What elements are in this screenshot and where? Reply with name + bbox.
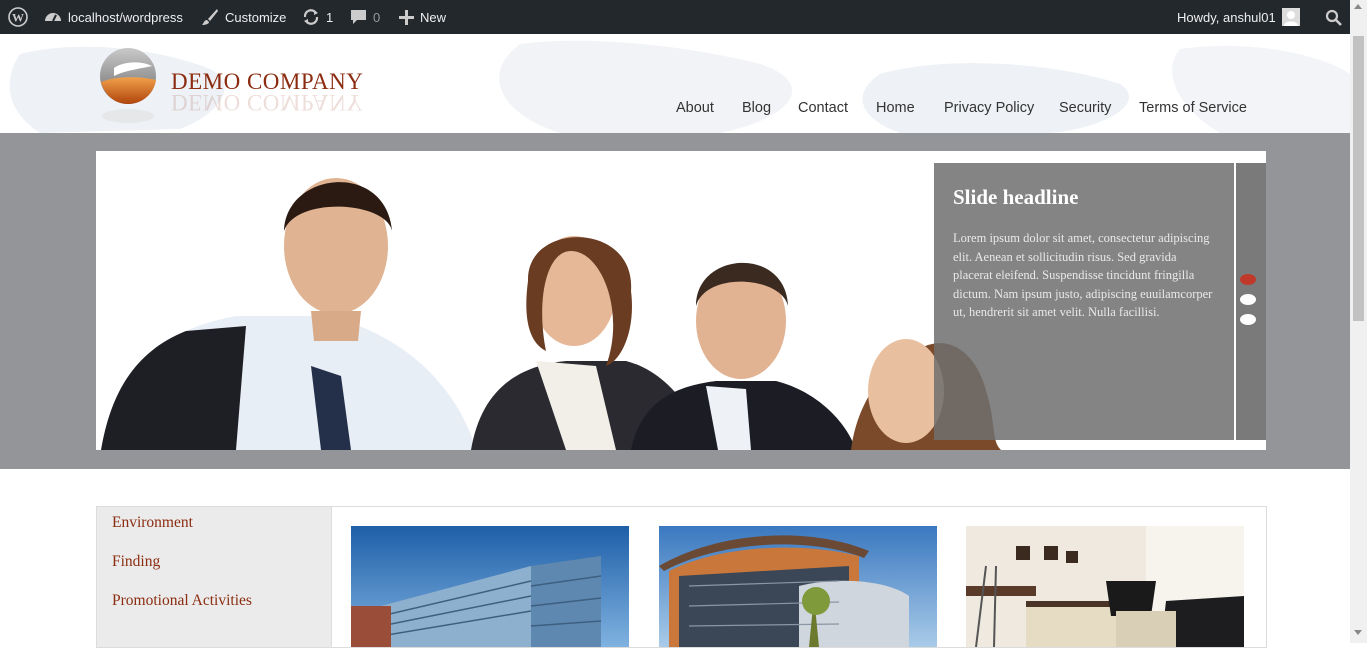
refresh-icon	[303, 9, 319, 25]
comment-icon	[351, 10, 366, 24]
slide-headline: Slide headline	[953, 185, 1079, 209]
thumbnail-modern-building[interactable]	[659, 526, 937, 647]
nav-privacy-policy[interactable]: Privacy Policy	[944, 100, 1034, 116]
dashboard-icon	[45, 13, 61, 22]
slide-dot-2[interactable]	[1240, 294, 1256, 305]
page-scrollbar[interactable]	[1350, 0, 1367, 643]
updates-count: 1	[326, 9, 334, 25]
scroll-down-arrow[interactable]	[1354, 630, 1362, 635]
sidebar-item-environment[interactable]: Environment	[112, 514, 193, 532]
wp-logo-menu[interactable]: W	[8, 0, 28, 34]
site-name-link[interactable]: localhost/wordpress	[44, 0, 183, 34]
brush-icon	[202, 9, 218, 25]
new-label: New	[420, 9, 447, 25]
slider-pagination	[1236, 163, 1266, 440]
nav-terms-of-service[interactable]: Terms of Service	[1139, 100, 1247, 116]
search-toggle[interactable]	[1325, 0, 1342, 34]
nav-security[interactable]: Security	[1059, 100, 1111, 116]
nav-about[interactable]: About	[676, 100, 714, 116]
slide-dot-1[interactable]	[1240, 274, 1256, 285]
slide-dot-3[interactable]	[1240, 314, 1256, 325]
sidebar-item-promotional-activities[interactable]: Promotional Activities	[112, 592, 252, 610]
company-logo[interactable]	[96, 46, 176, 126]
site-header: DEMO COMPANY DEMO COMPANY About Blog Con…	[0, 34, 1350, 133]
avatar-icon	[1281, 8, 1300, 26]
my-account-link[interactable]: Howdy, anshul01	[1177, 0, 1300, 34]
nav-home[interactable]: Home	[876, 100, 915, 116]
search-icon	[1325, 9, 1342, 26]
plus-icon	[399, 9, 414, 25]
scroll-up-arrow[interactable]	[1354, 4, 1362, 9]
slide-text: Lorem ipsum dolor sit amet, consectetur …	[953, 231, 1213, 320]
thumbnail-office-interior[interactable]	[966, 526, 1244, 647]
customize-label: Customize	[225, 9, 287, 25]
thumbnail-office-building[interactable]	[351, 526, 629, 647]
slide-caption: Slide headline Lorem ipsum dolor sit ame…	[934, 163, 1234, 440]
scroll-thumb[interactable]	[1353, 36, 1364, 321]
updates-link[interactable]: 1	[302, 0, 333, 34]
company-name-reflection: DEMO COMPANY	[171, 90, 364, 115]
content-area: Environment Finding Promotional Activiti…	[96, 506, 1267, 648]
new-content-link[interactable]: New	[399, 0, 446, 34]
greeting-text: Howdy, anshul01	[1177, 9, 1276, 25]
nav-contact[interactable]: Contact	[798, 100, 848, 116]
svg-text:W: W	[12, 11, 24, 25]
wordpress-icon: W	[8, 7, 28, 27]
comments-count: 0	[373, 9, 381, 25]
nav-blog[interactable]: Blog	[742, 100, 771, 116]
admin-bar: W localhost/wordpress Customize 1 0 New …	[0, 0, 1350, 34]
customize-link[interactable]: Customize	[201, 0, 286, 34]
sidebar: Environment Finding Promotional Activiti…	[97, 507, 332, 647]
sidebar-item-finding[interactable]: Finding	[112, 553, 160, 571]
comments-link[interactable]: 0	[350, 0, 380, 34]
site-name: localhost/wordpress	[68, 9, 183, 25]
